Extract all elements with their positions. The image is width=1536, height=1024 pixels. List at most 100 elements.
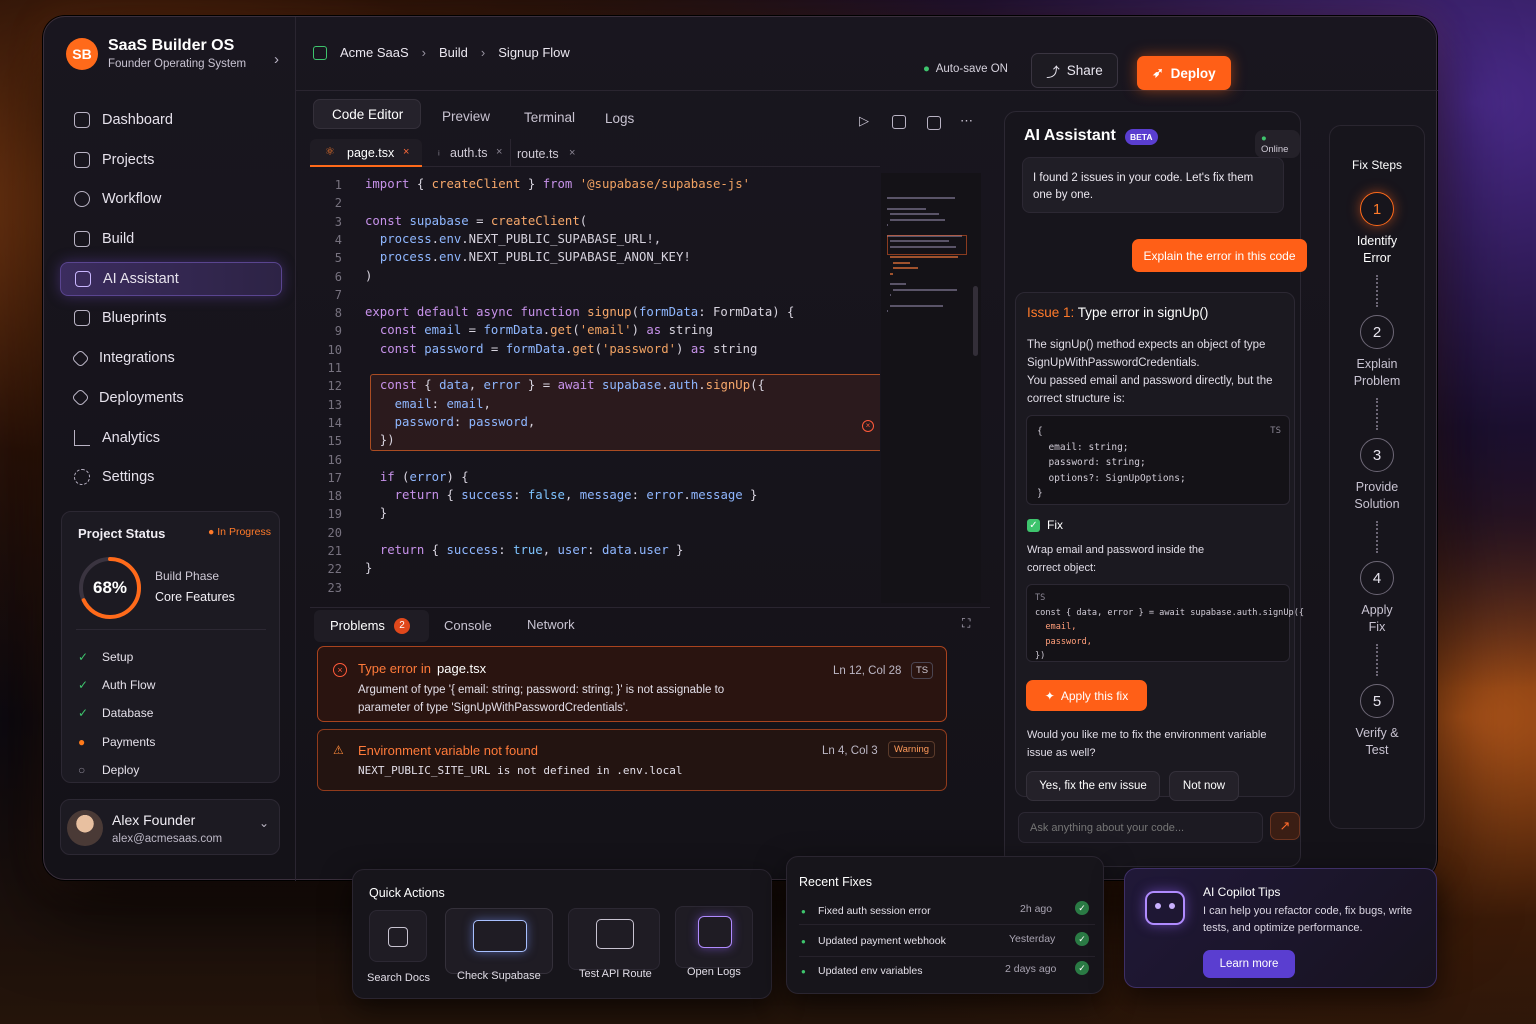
sidebar-item-settings[interactable]: Settings	[60, 460, 282, 494]
sidebar-item-dashboard[interactable]: Dashboard	[60, 103, 282, 137]
quick-action-label: Open Logs	[687, 966, 741, 978]
deploy-button[interactable]: ➶ Deploy	[1137, 56, 1231, 90]
issue-title: Type error in signUp()	[1077, 305, 1209, 320]
tab-logs[interactable]: Logs	[605, 111, 634, 126]
yes-fix-env-button[interactable]: Yes, fix the env issue	[1026, 771, 1160, 801]
share-button[interactable]: ⤴ Share	[1031, 53, 1118, 88]
list-item[interactable]: ● Updated env variables 2 days ago ✓	[799, 957, 1095, 987]
file-tab-page-tsx[interactable]: ⚛ page.tsx ×	[310, 139, 422, 167]
minimap-line	[887, 207, 926, 210]
step-number: 5	[1360, 684, 1394, 718]
file-tab-auth-ts[interactable]: ᵢ auth.ts ×	[426, 139, 508, 167]
file-tab-route-ts[interactable]: route.ts ×	[510, 139, 586, 167]
tab-network[interactable]: Network	[527, 617, 575, 632]
user-profile[interactable]: Alex Founder alex@acmesaas.com ⌄	[60, 799, 280, 855]
app-window: SB SaaS Builder OS Founder Operating Sys…	[43, 16, 1438, 881]
line-number: 18	[327, 489, 342, 504]
snippet-line: password: string;	[1037, 457, 1146, 468]
step-label: Provide Solution	[1354, 480, 1400, 511]
sidebar-item-blueprints[interactable]: Blueprints	[60, 301, 282, 335]
test-api-route-button[interactable]	[568, 908, 660, 970]
sidebar-item-workflow[interactable]: Workflow	[60, 182, 282, 216]
tab-console[interactable]: Console	[444, 618, 492, 633]
tips-body: I can help you refactor code, fix bugs, …	[1203, 905, 1413, 934]
ai-title: AI Assistant	[1024, 127, 1116, 144]
tips-title: AI Copilot Tips	[1203, 885, 1281, 899]
react-icon: ⚛	[325, 146, 335, 158]
ask-input[interactable]	[1019, 813, 1262, 842]
robot-eye	[1169, 903, 1175, 909]
chevron-down-icon[interactable]: ⌄	[259, 816, 269, 830]
status-dot-icon: ●	[1261, 133, 1267, 144]
tab-terminal[interactable]: Terminal	[524, 110, 575, 125]
panel-icon[interactable]	[927, 116, 941, 130]
expand-icon[interactable]: ⛶	[962, 616, 970, 631]
more-icon[interactable]: ⋯	[960, 113, 973, 129]
close-icon[interactable]: ×	[403, 146, 409, 158]
file-tab-label: page.tsx	[347, 146, 395, 160]
apply-fix-button[interactable]: ✦ Apply this fix	[1026, 680, 1147, 711]
fix-description: Wrap email and password inside the corre…	[1027, 544, 1205, 574]
list-item[interactable]: ● Updated payment webhook Yesterday ✓	[799, 927, 1095, 957]
code-line: const { data, error } = await supabase.a…	[379, 378, 765, 393]
split-icon[interactable]	[892, 115, 906, 129]
sidebar-item-ai-assistant[interactable]: AI Assistant	[60, 261, 282, 296]
workflow-icon	[74, 191, 90, 208]
checklist-label: Database	[102, 706, 154, 721]
learn-more-button[interactable]: Learn more	[1203, 950, 1295, 978]
sidebar-item-analytics[interactable]: Analytics	[60, 421, 282, 455]
step-label: Identify Error	[1356, 234, 1398, 265]
avatar	[67, 810, 103, 846]
problem-title: Environment variable not found	[358, 743, 538, 758]
line-number: 16	[327, 452, 342, 467]
collapse-chevron-icon[interactable]: ›	[274, 51, 279, 68]
problem-item-env-warning[interactable]: ⚠ Environment variable not found Ln 4, C…	[317, 729, 947, 791]
list-item[interactable]: ● Fixed auth session error 2h ago ✓	[799, 895, 1095, 925]
run-icon[interactable]: ▷	[859, 113, 869, 129]
search-docs-button[interactable]	[369, 910, 427, 962]
sidebar-item-integrations[interactable]: Integrations	[60, 341, 282, 375]
minimap-line	[890, 272, 893, 275]
send-button[interactable]: ↗	[1270, 812, 1300, 840]
step-label: Verify & Test	[1355, 726, 1399, 757]
user-name: Alex Founder	[112, 812, 196, 828]
brand: SB SaaS Builder OS Founder Operating Sys…	[66, 37, 246, 70]
code-line: return { success: false, message: error.…	[394, 488, 758, 503]
checklist-label: Deploy	[102, 762, 140, 777]
checklist-label: Setup	[102, 650, 134, 664]
minimap[interactable]	[881, 173, 981, 603]
minimap-line	[887, 310, 889, 313]
code-editor[interactable]: × 1 import { createClient } from '@supaba…	[310, 173, 880, 603]
code-line: })	[365, 433, 395, 448]
minimap-line	[893, 267, 918, 270]
step-number: 4	[1360, 561, 1394, 595]
status-dot-icon: ●	[801, 907, 806, 916]
deployments-icon	[71, 388, 90, 408]
share-label: Share	[1066, 63, 1103, 78]
problem-item-type-error[interactable]: × Type error in page.tsx Ln 12, Col 28 T…	[317, 646, 947, 722]
open-logs-button[interactable]	[675, 906, 753, 968]
close-icon[interactable]: ×	[496, 146, 502, 158]
sidebar-item-deployments[interactable]: Deployments	[60, 381, 282, 415]
code-line: return { success: true, user: data.user …	[379, 543, 684, 557]
not-now-button[interactable]: Not now	[1169, 771, 1239, 801]
status-dot-icon: ●	[801, 967, 806, 976]
sidebar-item-projects[interactable]: Projects	[60, 143, 282, 177]
assistant-message: I found 2 issues in your code. Let's fix…	[1022, 157, 1284, 213]
code-line: )	[365, 268, 373, 283]
check-supabase-button[interactable]	[445, 908, 553, 974]
warning-icon: ⚠	[333, 743, 344, 757]
share-icon: ⤴	[1046, 64, 1060, 80]
sidebar-item-build[interactable]: Build	[60, 222, 282, 256]
step-number: 2	[1360, 315, 1394, 349]
close-icon[interactable]: ×	[569, 147, 575, 159]
sparkle-icon: ✦	[1044, 688, 1055, 703]
tab-preview[interactable]: Preview	[442, 109, 490, 124]
code-line: password: password,	[394, 414, 536, 429]
settings-icon	[74, 469, 90, 486]
tab-problems-label: Problems	[330, 618, 385, 633]
minimap-line	[890, 256, 958, 259]
step-label: Explain Problem	[1353, 357, 1401, 388]
check-icon: ✓	[78, 706, 89, 721]
scrollbar[interactable]	[973, 286, 978, 356]
